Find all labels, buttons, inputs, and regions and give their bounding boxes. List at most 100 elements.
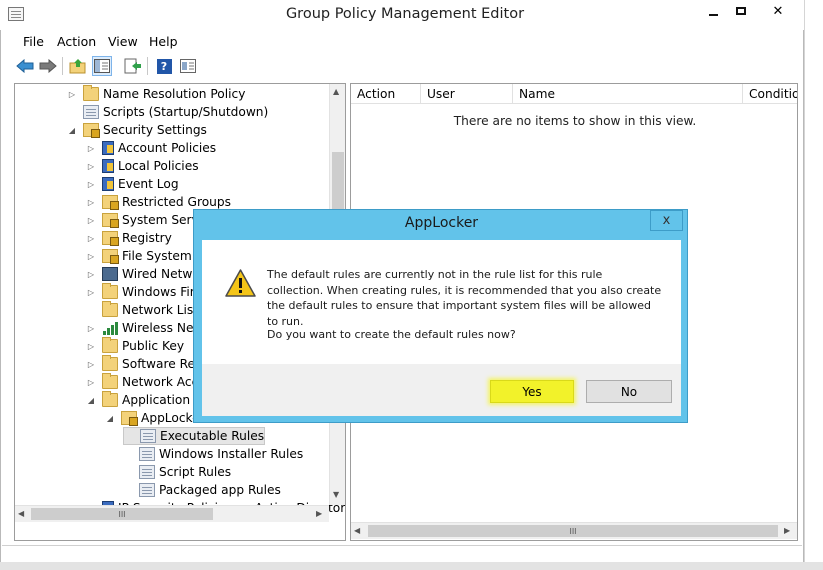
- expand-arrow-icon[interactable]: ▷: [86, 216, 96, 225]
- collapse-arrow-icon[interactable]: ◢: [67, 126, 77, 135]
- tree-item-label: Windows Installer Rules: [159, 447, 304, 461]
- dialog-button-bar: Yes No: [202, 364, 681, 416]
- expand-arrow-icon[interactable]: ▷: [86, 360, 96, 369]
- policy-sheet-icon: [83, 105, 99, 119]
- menu-action[interactable]: Action: [57, 34, 96, 49]
- scroll-right-arrow-icon[interactable]: ▶: [784, 526, 790, 535]
- menu-help[interactable]: Help: [149, 34, 178, 49]
- tree-item-label: Script Rules: [159, 465, 232, 479]
- expand-arrow-icon[interactable]: ▷: [86, 270, 96, 279]
- expand-arrow-icon[interactable]: ▷: [86, 378, 96, 387]
- forward-arrow-icon: [39, 59, 57, 73]
- tree-item[interactable]: ▷ Local Policies: [86, 157, 199, 175]
- background-window-edge: [804, 0, 823, 570]
- yes-button[interactable]: Yes: [490, 380, 574, 403]
- close-button[interactable]: ✕: [756, 0, 800, 22]
- secured-folder-icon: [102, 249, 119, 264]
- up-folder-icon: [69, 59, 86, 74]
- column-header-action[interactable]: Action: [351, 84, 421, 104]
- tree-item[interactable]: Script Rules: [123, 463, 231, 481]
- tree-item[interactable]: Windows Installer Rules: [123, 445, 303, 463]
- expand-arrow-icon[interactable]: ▷: [86, 198, 96, 207]
- column-header-user[interactable]: User: [421, 84, 513, 104]
- forward-button[interactable]: [38, 56, 58, 76]
- secured-folder-icon: [83, 123, 100, 138]
- minimize-button[interactable]: [700, 0, 726, 22]
- expand-arrow-icon[interactable]: ▷: [86, 288, 96, 297]
- secured-folder-icon: [102, 195, 119, 210]
- up-one-level-button[interactable]: [68, 56, 88, 76]
- tree-item[interactable]: Packaged app Rules: [123, 481, 281, 499]
- list-horizontal-scrollbar[interactable]: ◀ III ▶: [351, 522, 797, 539]
- show-hide-tree-icon: [94, 59, 110, 73]
- tree-item-label: Scripts (Startup/Shutdown): [103, 105, 269, 119]
- scroll-up-arrow-icon[interactable]: ▲: [333, 87, 339, 96]
- tree-item-label: File System: [122, 249, 192, 263]
- dialog-close-button[interactable]: x: [650, 210, 683, 231]
- policy-book-icon: [102, 141, 114, 155]
- list-hscroll-thumb[interactable]: III: [368, 525, 778, 537]
- tree-item-label: Name Resolution Policy: [103, 87, 246, 101]
- maximize-icon: [736, 7, 746, 15]
- collapse-arrow-icon[interactable]: ◢: [86, 396, 96, 405]
- column-header-name[interactable]: Name: [513, 84, 743, 104]
- tree-hscroll-thumb[interactable]: III: [31, 508, 213, 520]
- tree-item[interactable]: Scripts (Startup/Shutdown): [67, 103, 268, 121]
- expand-arrow-icon[interactable]: ▷: [86, 144, 96, 153]
- export-list-button[interactable]: [123, 56, 143, 76]
- menu-file[interactable]: File: [23, 34, 44, 49]
- policy-sheet-icon: [139, 483, 155, 497]
- tree-item[interactable]: ▷ File System: [86, 247, 192, 265]
- expand-arrow-icon[interactable]: ▷: [86, 234, 96, 243]
- scroll-left-arrow-icon[interactable]: ◀: [18, 509, 24, 518]
- tree-item[interactable]: ▷ Account Policies: [86, 139, 216, 157]
- dialog-title: AppLocker: [404, 215, 479, 231]
- maximize-button[interactable]: [728, 0, 754, 22]
- folder-icon: [102, 373, 118, 389]
- tree-item-label: Public Key: [122, 339, 185, 353]
- menu-view[interactable]: View: [108, 34, 138, 49]
- expand-arrow-icon[interactable]: ▷: [86, 252, 96, 261]
- tree-item[interactable]: ◢ Application: [86, 391, 190, 409]
- secured-folder-icon: [102, 231, 119, 246]
- scroll-left-arrow-icon[interactable]: ◀: [354, 526, 360, 535]
- expand-arrow-icon[interactable]: ▷: [86, 162, 96, 171]
- back-button[interactable]: [15, 56, 35, 76]
- tree-item[interactable]: ◢ AppLocker: [105, 409, 205, 427]
- tree-item[interactable]: ▷ Name Resolution Policy: [67, 85, 245, 103]
- tree-item[interactable]: Executable Rules: [123, 427, 266, 445]
- expand-arrow-icon[interactable]: ▷: [67, 90, 77, 99]
- taskbar-edge: [0, 562, 823, 570]
- folder-icon: [102, 337, 118, 353]
- toolbar-separator: [147, 57, 148, 75]
- tree-item[interactable]: ▷ Registry: [86, 229, 172, 247]
- tree-item[interactable]: Network List: [86, 301, 198, 319]
- dialog-message: The default rules are currently not in t…: [267, 268, 662, 328]
- tree-item-label: Registry: [122, 231, 172, 245]
- network-icon: [102, 267, 118, 281]
- secured-folder-icon: [102, 213, 119, 228]
- scroll-down-arrow-icon[interactable]: ▼: [333, 490, 339, 499]
- policy-book-icon: [102, 159, 114, 173]
- tree-item[interactable]: ▷ Event Log: [86, 175, 179, 193]
- show-hide-tree-button[interactable]: [92, 56, 112, 76]
- tree-item-label: Restricted Groups: [122, 195, 231, 209]
- scroll-right-arrow-icon[interactable]: ▶: [316, 509, 322, 518]
- folder-icon: [102, 355, 118, 371]
- no-button[interactable]: No: [586, 380, 672, 403]
- tree-horizontal-scrollbar[interactable]: ◀ III ▶: [15, 505, 329, 522]
- expand-arrow-icon[interactable]: ▷: [86, 324, 96, 333]
- help-button[interactable]: ?: [154, 56, 174, 76]
- column-header-condition[interactable]: Condition: [743, 84, 797, 104]
- expand-arrow-icon[interactable]: ▷: [86, 180, 96, 189]
- close-icon: ✕: [772, 3, 784, 19]
- tree-item[interactable]: ▷ Public Key: [86, 337, 184, 355]
- tree-item[interactable]: ◢ Security Settings: [67, 121, 207, 139]
- back-arrow-icon: [16, 59, 34, 73]
- properties-button[interactable]: [178, 56, 198, 76]
- collapse-arrow-icon[interactable]: ◢: [105, 414, 115, 423]
- folder-icon: [102, 283, 118, 299]
- expand-arrow-icon[interactable]: ▷: [86, 342, 96, 351]
- properties-icon: [180, 59, 196, 73]
- export-list-icon: [124, 58, 141, 74]
